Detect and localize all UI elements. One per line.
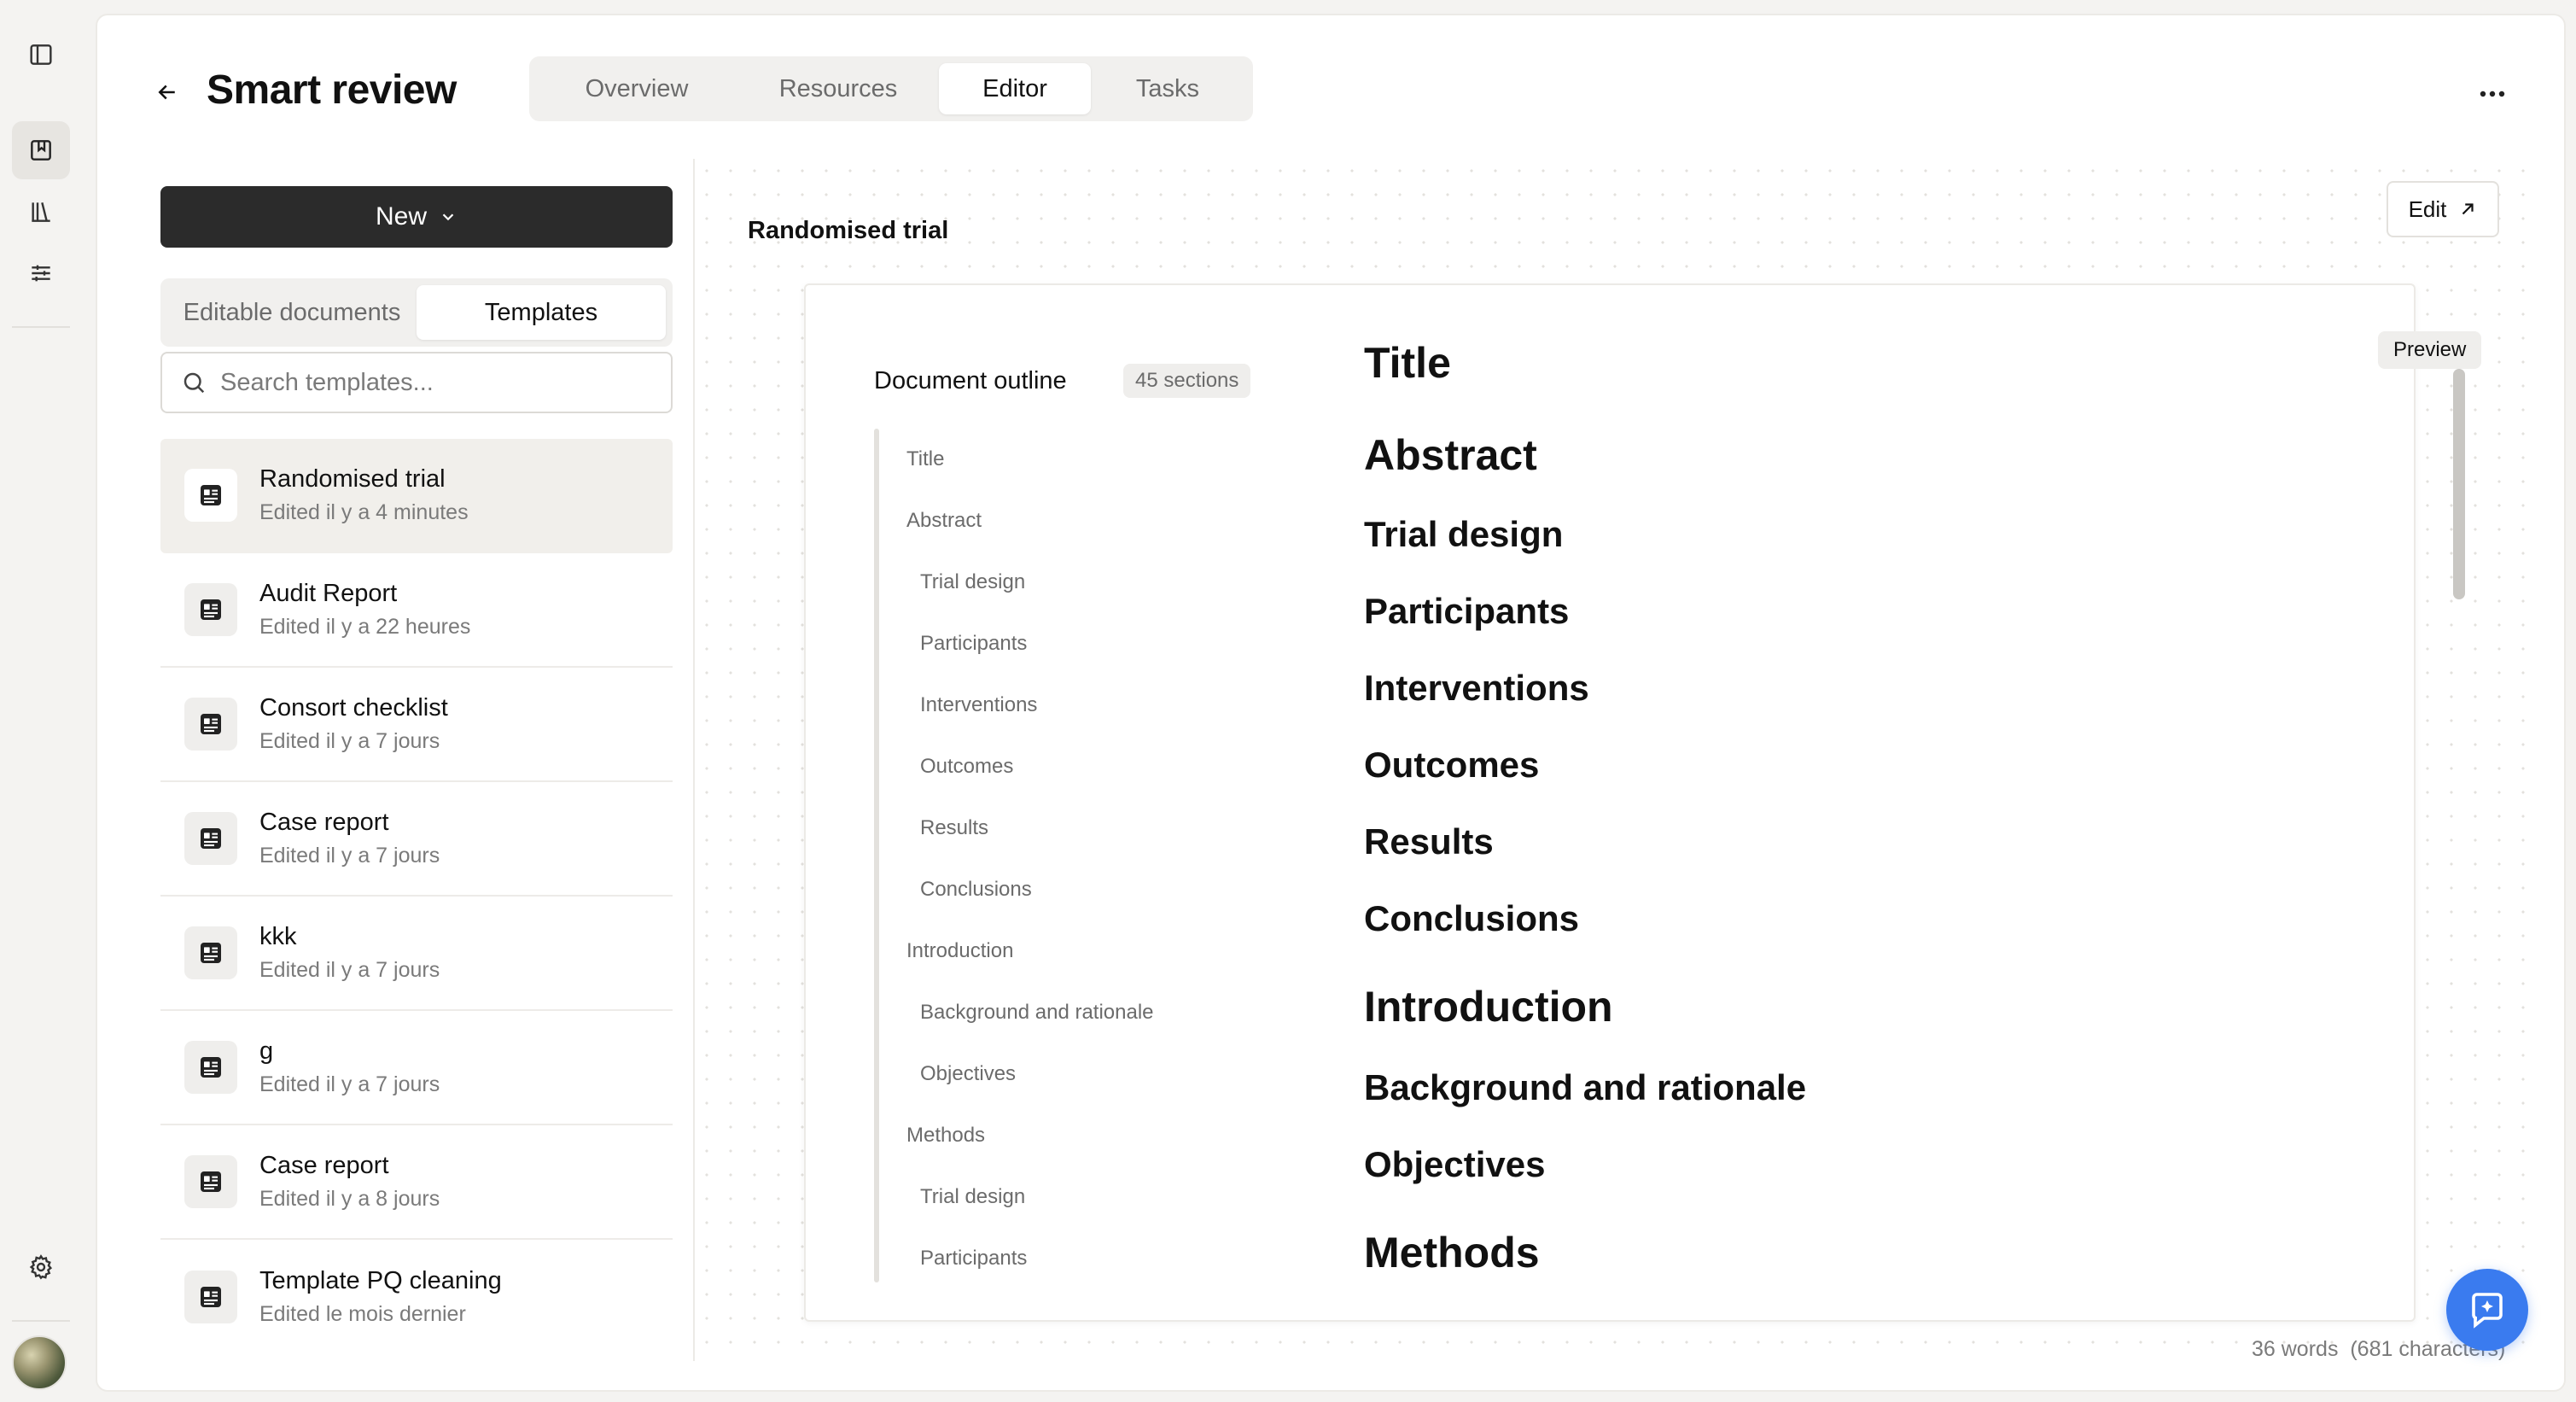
preview-scrollbar[interactable] <box>2453 369 2465 599</box>
document-icon <box>184 1271 237 1323</box>
outline-item[interactable]: Background and rationale <box>920 1001 1154 1025</box>
preview-heading: Results <box>1364 821 1494 862</box>
nav-tabs: Overview Resources Editor Tasks <box>529 56 1253 121</box>
list-item[interactable]: kkk Edited il y a 7 jours <box>160 897 673 1011</box>
review-icon[interactable] <box>12 121 70 179</box>
outline-item[interactable]: Participants <box>920 1247 1027 1271</box>
list-item[interactable]: Template PQ cleaning Edited le mois derni… <box>160 1240 673 1354</box>
avatar[interactable] <box>12 1335 67 1390</box>
list-item[interactable]: Audit Report Edited il y a 22 heures <box>160 553 673 668</box>
template-list: Randomised trial Edited il y a 4 minutes … <box>160 439 673 1354</box>
main-card: Smart review Overview Resources Editor T… <box>96 14 2566 1392</box>
rail-divider <box>12 1320 70 1322</box>
toggle-templates[interactable]: Templates <box>417 285 666 340</box>
preview-heading: Participants <box>1364 591 1570 631</box>
preview-heading: Background and rationale <box>1364 1067 1807 1107</box>
document-icon <box>184 469 237 522</box>
word-count-words: 36 words <box>2252 1337 2339 1361</box>
document-icon <box>184 1155 237 1208</box>
document-icon <box>184 583 237 636</box>
outline-rail <box>874 429 879 1282</box>
tab-resources[interactable]: Resources <box>737 63 939 114</box>
template-meta: Edited le mois dernier <box>259 1302 466 1326</box>
edit-button[interactable]: Edit <box>2387 181 2499 237</box>
chat-sparkle-icon <box>2472 1293 2503 1329</box>
document-name: Randomised trial <box>748 217 949 244</box>
template-name: Audit Report <box>259 580 398 607</box>
search-box <box>160 352 673 413</box>
document-icon <box>184 812 237 865</box>
outline-item[interactable]: Results <box>920 816 988 840</box>
outline-item[interactable]: Conclusions <box>920 878 1032 902</box>
sliders-icon[interactable] <box>12 244 70 302</box>
back-arrow-icon[interactable] <box>149 73 186 111</box>
outline-item[interactable]: Methods <box>906 1124 985 1148</box>
list-item[interactable]: Consort checklist Edited il y a 7 jours <box>160 668 673 782</box>
chat-button[interactable] <box>2446 1269 2528 1351</box>
template-meta: Edited il y a 7 jours <box>259 844 440 867</box>
preview-heading: Interventions <box>1364 668 1589 708</box>
arrow-up-right-icon <box>2462 203 2474 215</box>
template-name: kkk <box>259 923 297 950</box>
outline-item[interactable]: Title <box>906 447 944 471</box>
chevron-down-icon <box>442 213 454 221</box>
preview-badge: Preview <box>2378 331 2482 369</box>
preview-heading: Outcomes <box>1364 745 1540 785</box>
tab-tasks[interactable]: Tasks <box>1091 63 1244 114</box>
outline-item[interactable]: Trial design <box>920 570 1025 594</box>
more-options-icon[interactable] <box>2472 80 2513 108</box>
outline-item[interactable]: Outcomes <box>920 755 1013 779</box>
search-input[interactable] <box>220 368 647 397</box>
template-name: Case report <box>259 1152 389 1179</box>
toggle-editable-documents[interactable]: Editable documents <box>167 285 417 340</box>
outline-item[interactable]: Interventions <box>920 693 1037 717</box>
outline-item[interactable]: Trial design <box>920 1185 1025 1209</box>
sections-badge: 45 sections <box>1123 364 1251 398</box>
template-meta: Edited il y a 7 jours <box>259 729 440 753</box>
document-type-toggle: Editable documents Templates <box>160 278 673 347</box>
template-name: Template PQ cleaning <box>259 1267 502 1294</box>
outline-item[interactable]: Abstract <box>906 509 982 533</box>
document-preview-card: Document outline 45 sections Title Abstr… <box>804 283 2482 1322</box>
template-name: g <box>259 1037 274 1065</box>
outline-item[interactable]: Participants <box>920 632 1027 656</box>
preview-heading: Introduction <box>1364 983 1613 1031</box>
preview-heading: Conclusions <box>1364 898 1580 938</box>
outline-item[interactable]: Introduction <box>906 939 1013 963</box>
list-item[interactable]: g Edited il y a 7 jours <box>160 1011 673 1125</box>
template-meta: Edited il y a 7 jours <box>259 1072 440 1096</box>
preview-heading: Objectives <box>1364 1144 1546 1184</box>
template-meta: Edited il y a 22 heures <box>259 615 471 639</box>
document-icon <box>184 1041 237 1094</box>
page-title: Smart review <box>207 67 457 113</box>
new-button[interactable]: New <box>160 186 673 248</box>
template-name: Consort checklist <box>259 694 448 721</box>
left-rail <box>0 0 96 1402</box>
template-meta: Edited il y a 7 jours <box>259 958 440 982</box>
preview-heading: Title <box>1364 339 1451 387</box>
preview-heading: Methods <box>1364 1229 1540 1276</box>
search-icon <box>184 372 205 394</box>
tab-editor[interactable]: Editor <box>939 63 1091 114</box>
settings-icon[interactable] <box>12 1238 70 1296</box>
list-item[interactable]: Case report Edited il y a 8 jours <box>160 1125 673 1240</box>
preview-heading: Abstract <box>1364 431 1537 479</box>
library-icon[interactable] <box>12 183 70 241</box>
template-name: Case report <box>259 809 389 836</box>
list-item[interactable]: Case report Edited il y a 7 jours <box>160 782 673 897</box>
template-meta: Edited il y a 8 jours <box>259 1187 440 1211</box>
sidebar-toggle-icon[interactable] <box>12 26 70 84</box>
document-icon <box>184 926 237 979</box>
preview-heading: Trial design <box>1364 514 1564 554</box>
template-meta: Edited il y a 4 minutes <box>259 500 469 524</box>
list-item[interactable]: Randomised trial Edited il y a 4 minutes <box>160 439 673 553</box>
outline-item[interactable]: Objectives <box>920 1062 1016 1086</box>
tab-overview[interactable]: Overview <box>536 63 737 114</box>
outline-title: Document outline <box>874 367 1067 394</box>
template-name: Randomised trial <box>259 465 446 493</box>
document-icon <box>184 698 237 751</box>
new-button-label: New <box>375 202 427 231</box>
edit-button-label: Edit <box>2408 196 2447 222</box>
rail-divider <box>12 326 70 328</box>
